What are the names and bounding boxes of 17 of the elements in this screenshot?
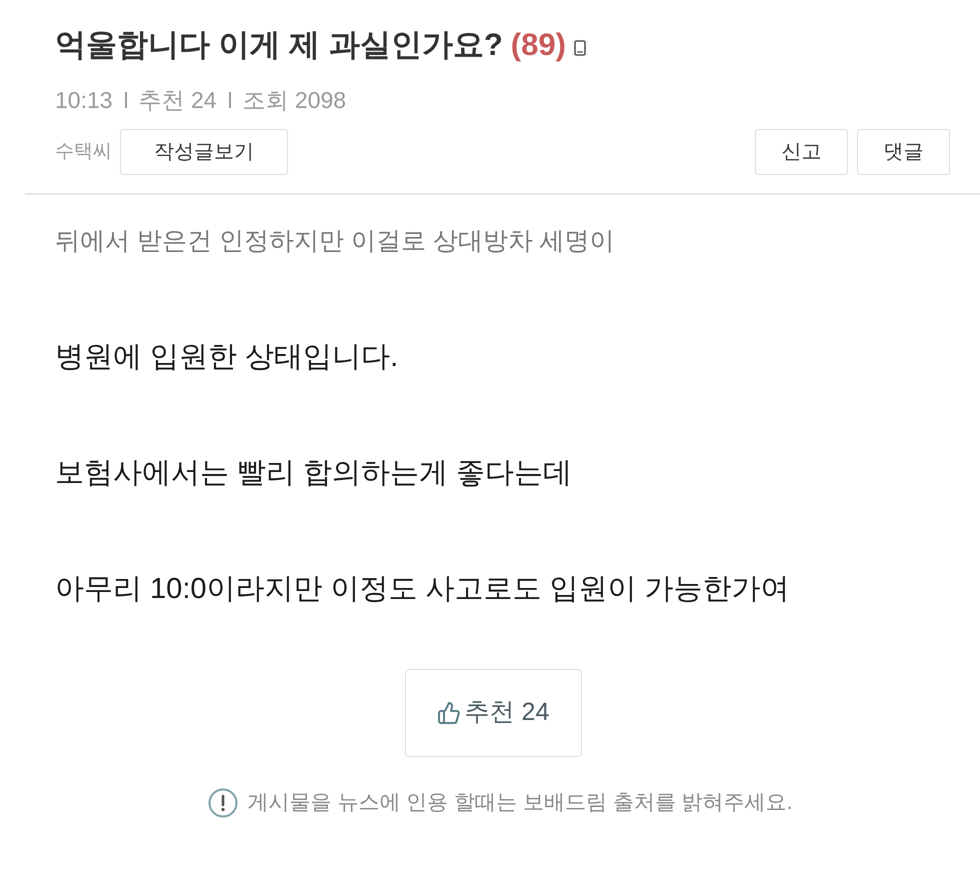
post-meta-text: 10:13 xyxy=(55,86,113,114)
post-body-text: 병원에 입원한 상태입니다. xyxy=(55,340,400,375)
comment-count[interactable]: (89) xyxy=(510,22,566,68)
exclamation-circle-icon xyxy=(208,788,238,818)
recommend-button[interactable]: 추천 24 xyxy=(404,669,582,757)
post-title: 억울합니다 이게 제 과실인가요? xyxy=(55,26,503,64)
author-posts-button[interactable]: 작성글보기 xyxy=(120,129,288,175)
post-body-text: 보험사에서는 빨리 합의하는게 좋다는데 xyxy=(55,456,574,491)
action-button[interactable]: 신고 xyxy=(755,129,848,175)
mobile-phone-icon xyxy=(574,40,586,56)
thumbs-up-icon xyxy=(436,701,461,725)
notice-text: 게시물을 뉴스에 인용 할때는 보배드림 출처를 밝혀주세요. xyxy=(248,790,792,816)
action-button[interactable]: 댓글 xyxy=(857,129,950,175)
post-body-text: 뒤에서 받은건 인정하지만 이걸로 상대방차 세명이 xyxy=(55,226,616,257)
post-meta-text: 추천 24 xyxy=(138,86,217,114)
post-meta-text: 조회 2098 xyxy=(242,86,346,114)
post-body-text: 아무리 10:0이라지만 이정도 사고로도 입원이 가능한가여 xyxy=(55,572,791,607)
